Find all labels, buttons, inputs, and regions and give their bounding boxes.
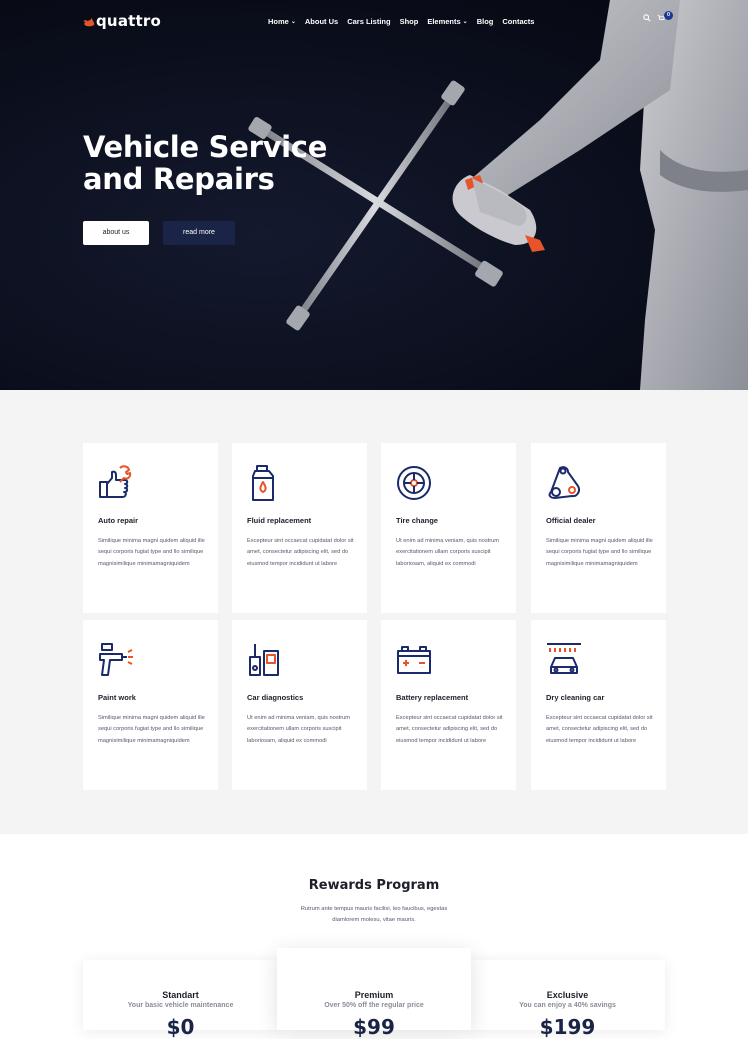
menu-item-about-us[interactable]: About Us	[305, 17, 338, 26]
plan-name: Premium	[354, 990, 394, 1000]
plan-name: Standart	[162, 990, 199, 1000]
menu-label-contacts: Contacts	[502, 17, 535, 26]
plan-card-exclusive[interactable]: Exclusive You can enjoy a 40% savings $1…	[470, 960, 665, 1039]
service-card-fluid-replacement[interactable]: Fluid replacement Excepteur sint occaeca…	[232, 443, 367, 613]
tire-icon	[397, 466, 431, 500]
service-card-auto-repair[interactable]: Auto repair Similique minima magni quide…	[83, 443, 218, 613]
rewards-description: Rutrum ante tempus mauris facilisi, leo …	[300, 906, 448, 923]
menu-item-blog[interactable]: Blog	[477, 17, 494, 26]
read-more-button[interactable]: read more	[163, 221, 235, 245]
service-title: Fluid replacement	[247, 516, 312, 525]
oil-bottle-icon	[252, 465, 274, 501]
plan-subtitle: Over 50% off the regular price	[324, 1002, 424, 1009]
service-title: Battery replacement	[396, 693, 469, 702]
menu-label-about-us: About Us	[304, 17, 339, 26]
service-description: Excepteur sint occaecat cupidatat dolor …	[396, 715, 503, 744]
service-description: Ut enim ad minima veniam, quis nostrum e…	[247, 715, 351, 744]
plan-price: $99	[353, 1015, 395, 1039]
hero-title-line2: and Repairs	[83, 162, 275, 196]
service-title: Auto repair	[98, 516, 139, 525]
service-description: Similique minima magni quidem aliquid il…	[546, 538, 653, 567]
main-menu: Home ⌄ About Us Cars Listing Shop Element…	[268, 17, 543, 26]
rewards-title: Rewards Program	[308, 878, 440, 893]
search-icon[interactable]	[643, 14, 651, 24]
menu-item-home[interactable]: Home ⌄	[268, 17, 296, 26]
about-us-button[interactable]: about us	[83, 221, 149, 245]
plan-subtitle: Your basic vehicle maintenance	[127, 1002, 234, 1009]
logo-flame-icon	[83, 18, 95, 27]
menu-item-contacts[interactable]: Contacts	[502, 17, 534, 26]
service-description: Similique minima magni quidem aliquid il…	[98, 715, 205, 744]
service-card-paint-work[interactable]: Paint work Similique minima magni quidem…	[83, 620, 218, 790]
menu-label-blog: Blog	[476, 17, 494, 26]
service-description: Similique minima magni quidem aliquid il…	[98, 538, 205, 567]
service-title: Tire change	[396, 516, 438, 525]
plan-card-premium[interactable]: Premium Over 50% off the regular price $…	[277, 948, 471, 1039]
cart-count-badge: 0	[664, 11, 673, 20]
menu-item-elements[interactable]: Elements ⌄	[427, 17, 467, 26]
nav-icons: 0	[637, 11, 673, 24]
chevron-down-icon: ⌄	[290, 19, 296, 25]
service-description: Ut enim ad minima veniam, quis nostrum e…	[396, 538, 500, 567]
hero-title-line1: Vehicle Service	[83, 130, 328, 164]
service-card-dry-cleaning-car[interactable]: Dry cleaning car Excepteur sint occaecat…	[531, 620, 666, 790]
plan-name: Exclusive	[546, 990, 589, 1000]
service-title: Official dealer	[546, 516, 596, 525]
menu-label-elements: Elements	[427, 17, 461, 26]
menu-item-shop[interactable]: Shop	[400, 17, 419, 26]
timing-belt-icon	[548, 466, 581, 500]
spray-gun-icon	[99, 643, 133, 676]
battery-icon	[397, 646, 431, 674]
plan-subtitle: You can enjoy a 40% savings	[519, 1002, 616, 1009]
menu-label-home: Home	[268, 17, 289, 26]
service-title: Paint work	[98, 693, 136, 702]
service-title: Car diagnostics	[247, 693, 304, 702]
thumbs-up-wrench-icon	[99, 465, 132, 498]
top-navigation: quattro Home ⌄ About Us Cars Listing Shop…	[0, 0, 748, 44]
service-card-car-diagnostics[interactable]: Car diagnostics Ut enim ad minima veniam…	[232, 620, 367, 790]
service-card-tire-change[interactable]: Tire change Ut enim ad minima veniam, qu…	[381, 443, 516, 613]
menu-item-cars-listing[interactable]: Cars Listing	[347, 17, 390, 26]
hero-title: Vehicle Service and Repairs	[83, 131, 363, 195]
cart-icon[interactable]: 0	[657, 11, 673, 24]
menu-label-shop: Shop	[399, 17, 419, 26]
mechanic-photo	[248, 0, 748, 390]
logo[interactable]: quattro	[83, 12, 161, 30]
diagnostics-icon	[249, 644, 279, 676]
service-description: Excepteur sint occaecat cupidatat dolor …	[546, 715, 653, 744]
hero-section: quattro Home ⌄ About Us Cars Listing Shop…	[0, 0, 748, 390]
services-section: Auto repair Similique minima magni quide…	[0, 390, 748, 834]
service-card-battery-replacement[interactable]: Battery replacement Excepteur sint occae…	[381, 620, 516, 790]
logo-text: quattro	[96, 12, 161, 30]
service-title: Dry cleaning car	[546, 693, 605, 702]
service-description: Excepteur sint occaecat cupidatat dolor …	[247, 538, 354, 567]
car-wash-icon	[547, 643, 581, 674]
chevron-down-icon: ⌄	[462, 19, 468, 25]
plan-card-standart[interactable]: Standart Your basic vehicle maintenance …	[83, 960, 278, 1039]
plan-price: $199	[539, 1015, 596, 1039]
menu-label-cars-listing: Cars Listing	[347, 17, 391, 26]
plan-price: $0	[166, 1015, 195, 1039]
service-card-official-dealer[interactable]: Official dealer Similique minima magni q…	[531, 443, 666, 613]
